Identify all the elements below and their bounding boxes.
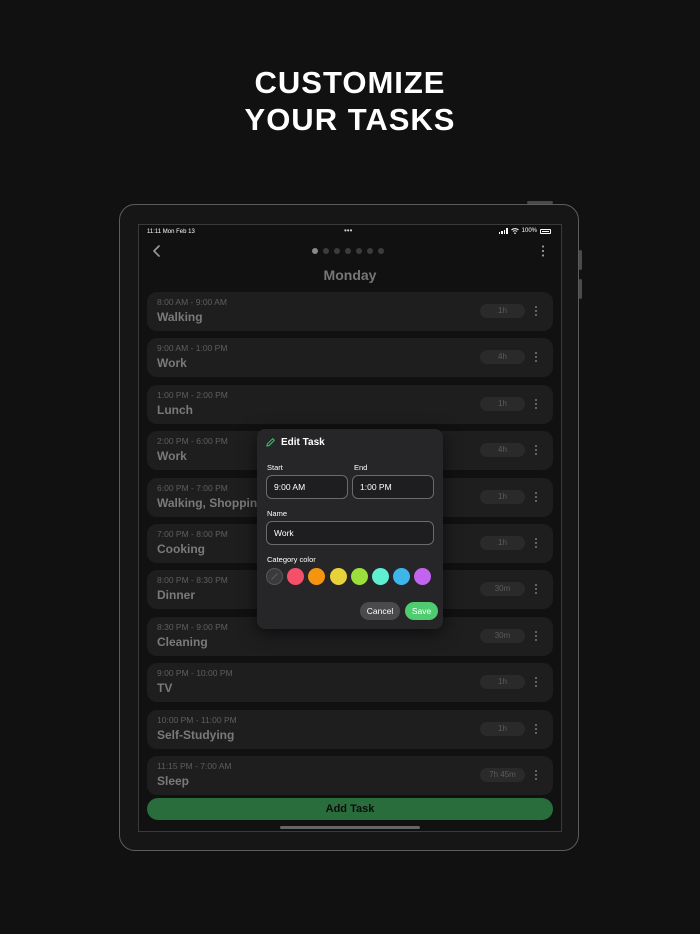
battery-icon [540,228,551,234]
task-name: Self-Studying [157,727,235,742]
device-volume-down-button [579,279,582,299]
task-duration-badge: 1h [480,675,525,690]
edit-task-dialog: Edit Task Start 9:00 AM End 1:00 PM Name… [257,429,443,629]
task-more-icon[interactable] [532,535,540,551]
day-title: Monday [323,267,377,283]
more-vertical-icon[interactable] [537,243,549,259]
task-more-icon[interactable] [532,767,540,783]
task-more-icon[interactable] [532,674,540,690]
pager-dot[interactable] [345,248,351,254]
headline-line-1: CUSTOMIZE [254,65,446,100]
pager-dot[interactable] [312,248,318,254]
wifi-icon [510,228,519,234]
task-name: TV [157,681,173,696]
save-button[interactable]: Save [405,602,438,620]
task-row[interactable]: 11:15 PM - 7:00 AM Sleep 7h 45m [147,755,553,795]
task-duration-badge: 1h [480,535,525,550]
name-label: Name [267,509,288,518]
task-row[interactable]: 1:00 PM - 2:00 PM Lunch 1h [147,384,553,424]
dialog-title: Edit Task [281,437,325,448]
end-label: End [354,463,368,472]
task-duration-badge: 4h [480,350,525,365]
task-duration-badge: 1h [480,396,525,411]
task-time: 9:00 AM - 1:00 PM [157,343,228,354]
task-duration-badge: 4h [480,443,525,458]
task-more-icon[interactable] [532,303,540,319]
color-swatches [266,568,432,585]
color-swatch[interactable] [329,568,347,585]
signal-icon [498,228,508,234]
home-indicator[interactable] [280,826,420,829]
task-time: 9:00 PM - 10:00 PM [157,668,233,679]
checkmark-icon [271,573,278,580]
task-time: 11:15 PM - 7:00 AM [157,760,232,771]
color-swatch-selected[interactable] [266,568,283,585]
color-swatch[interactable] [287,568,305,585]
add-task-button[interactable]: Add Task [147,798,553,820]
task-name: Work [157,356,187,371]
task-name: Cooking [157,541,205,556]
pager-dot[interactable] [378,248,384,254]
color-swatch[interactable] [393,568,411,585]
color-swatch[interactable] [414,568,432,585]
task-name: Lunch [157,402,193,417]
task-name: Cleaning [157,634,208,649]
task-name: Work [157,449,187,464]
status-bar: 11:11 Mon Feb 13 ••• 100% [139,225,561,239]
task-name-field[interactable]: Work [266,521,434,545]
task-more-icon[interactable] [532,396,540,412]
task-duration-badge: 30m [480,582,525,597]
task-more-icon[interactable] [532,442,540,458]
task-row[interactable]: 9:00 AM - 1:00 PM Work 4h [147,338,553,378]
task-time: 10:00 PM - 11:00 PM [157,714,237,725]
task-time: 7:00 PM - 8:00 PM [157,528,228,539]
task-more-icon[interactable] [532,628,540,644]
task-duration-badge: 30m [480,628,525,643]
task-time: 8:00 PM - 8:30 PM [157,575,228,586]
category-color-label: Category color [267,555,316,564]
task-time: 8:30 PM - 9:00 PM [157,621,228,632]
task-more-icon[interactable] [532,721,540,737]
end-time-field[interactable]: 1:00 PM [352,475,434,499]
task-time: 6:00 PM - 7:00 PM [157,482,228,493]
task-duration-badge: 1h [480,721,525,736]
device-volume-up-button [579,250,582,270]
status-indicators: 100% [498,228,551,234]
multitask-dots[interactable]: ••• [344,226,352,235]
pencil-icon [266,438,275,447]
task-more-icon[interactable] [532,349,540,365]
task-duration-badge: 7h 45m [480,767,525,782]
task-more-icon[interactable] [532,581,540,597]
pager-dot[interactable] [367,248,373,254]
task-name: Walking, Shopping [157,495,265,510]
pager-dot[interactable] [323,248,329,254]
task-name: Walking [157,310,203,324]
task-time: 1:00 PM - 2:00 PM [157,389,228,400]
task-more-icon[interactable] [532,489,540,505]
status-time: 11:11 Mon Feb 13 [147,229,195,235]
start-label: Start [267,463,283,472]
task-time: 2:00 PM - 6:00 PM [157,436,228,447]
task-duration-badge: 1h [480,304,525,318]
color-swatch[interactable] [308,568,326,585]
color-swatch[interactable] [350,568,368,585]
battery-percent: 100% [521,228,537,234]
task-row[interactable]: 10:00 PM - 11:00 PM Self-Studying 1h [147,709,553,749]
start-time-field[interactable]: 9:00 AM [266,475,348,499]
color-swatch[interactable] [371,568,389,585]
task-row[interactable]: 9:00 PM - 10:00 PM TV 1h [147,663,553,703]
task-name: Dinner [157,588,196,603]
task-name: Sleep [157,773,190,788]
headline: CUSTOMIZE YOUR TASKS [0,64,700,138]
cancel-button[interactable]: Cancel [360,602,400,620]
task-time: 8:00 AM - 9:00 AM [157,297,227,307]
pager-dot[interactable] [334,248,340,254]
headline-line-2: YOUR TASKS [244,102,456,137]
pager-dot[interactable] [356,248,362,254]
back-chevron-icon[interactable] [149,243,165,259]
task-duration-badge: 1h [480,489,525,504]
day-pager[interactable] [312,248,384,254]
task-row[interactable]: 8:00 AM - 9:00 AM Walking 1h [147,292,553,331]
